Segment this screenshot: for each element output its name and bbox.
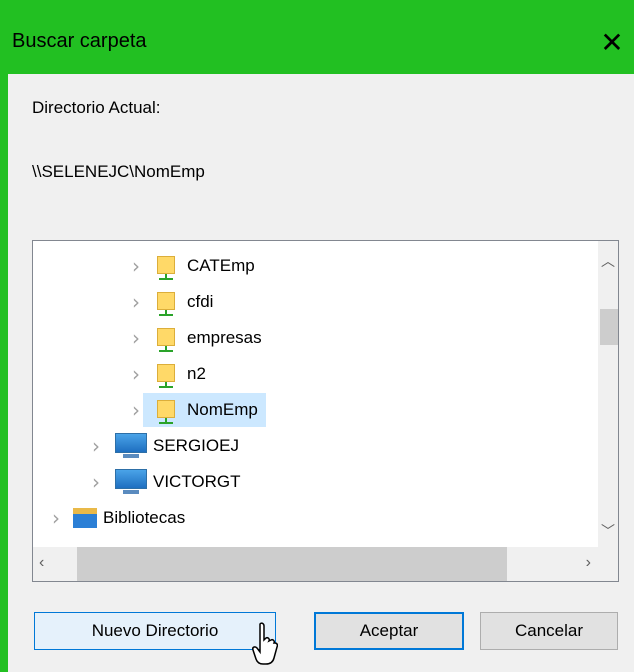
libraries-icon [73, 506, 99, 530]
mouse-cursor-icon [252, 622, 278, 665]
tree-item-n2[interactable]: › n2 [129, 357, 206, 391]
chevron-right-icon[interactable]: › [129, 362, 143, 386]
tree-item-nomemp[interactable]: › NomEmp [129, 393, 266, 427]
computer-icon [115, 469, 149, 495]
tree-item-label: NomEmp [187, 400, 258, 419]
chevron-right-icon[interactable]: › [89, 470, 103, 494]
accept-button[interactable]: Aceptar [314, 612, 464, 650]
network-folder-icon [157, 254, 175, 280]
horizontal-scrollbar[interactable]: ‹ › [33, 547, 599, 581]
chevron-right-icon[interactable]: › [129, 254, 143, 278]
close-icon: ✕ [600, 26, 624, 58]
vertical-scroll-thumb[interactable] [600, 309, 618, 345]
selection-highlight: NomEmp [143, 393, 266, 427]
tree-item-catemp[interactable]: › CATEmp [129, 249, 255, 283]
chevron-right-icon[interactable]: › [89, 434, 103, 458]
tree-item-label: empresas [187, 328, 262, 347]
tree-item-bibliotecas[interactable]: › Bibliotecas [49, 501, 185, 535]
scroll-up-icon[interactable]: ︿ [598, 251, 618, 271]
tree-item-sergioej[interactable]: › SERGIOEJ [89, 429, 239, 463]
new-directory-button[interactable]: Nuevo Directorio [34, 612, 276, 650]
current-directory-label: Directorio Actual: [32, 98, 161, 117]
current-path: \\SELENEJC\NomEmp [32, 162, 205, 181]
chevron-right-icon[interactable]: › [129, 398, 143, 422]
browse-folder-dialog: Buscar carpeta ✕ Directorio Actual: \\SE… [8, 8, 634, 672]
scroll-left-icon[interactable]: ‹ [39, 554, 44, 572]
chevron-right-icon[interactable]: › [129, 290, 143, 314]
tree-item-label: VICTORGT [153, 472, 241, 491]
scroll-right-icon[interactable]: › [586, 554, 591, 572]
tree-item-cfdi[interactable]: › cfdi [129, 285, 213, 319]
network-folder-icon [157, 326, 175, 352]
horizontal-scroll-thumb[interactable] [77, 547, 507, 581]
chevron-right-icon[interactable]: › [129, 326, 143, 350]
window-title: Buscar carpeta [12, 30, 147, 52]
tree-item-label: n2 [187, 364, 206, 383]
title-bar[interactable]: Buscar carpeta ✕ [8, 8, 634, 74]
tree-item-victorgt[interactable]: › VICTORGT [89, 465, 241, 499]
scroll-down-icon[interactable]: ﹀ [598, 521, 618, 541]
network-folder-icon [157, 362, 175, 388]
vertical-scrollbar[interactable]: ︿ ﹀ [598, 241, 618, 547]
tree-item-label: Bibliotecas [103, 508, 186, 527]
cancel-button[interactable]: Cancelar [480, 612, 618, 650]
tree-item-label: CATEmp [187, 256, 255, 275]
tree-item-label: SERGIOEJ [153, 436, 239, 455]
network-folder-icon [157, 398, 175, 424]
chevron-right-icon[interactable]: › [49, 506, 63, 530]
tree-item-label: cfdi [187, 292, 214, 311]
network-folder-icon [157, 290, 175, 316]
scrollbar-corner [598, 547, 618, 581]
tree-item-empresas[interactable]: › empresas [129, 321, 262, 355]
folder-tree[interactable]: › CATEmp › cfdi › empresas › n2 › NomEmp [32, 240, 619, 582]
computer-icon [115, 433, 149, 459]
close-button[interactable]: ✕ [590, 22, 634, 62]
